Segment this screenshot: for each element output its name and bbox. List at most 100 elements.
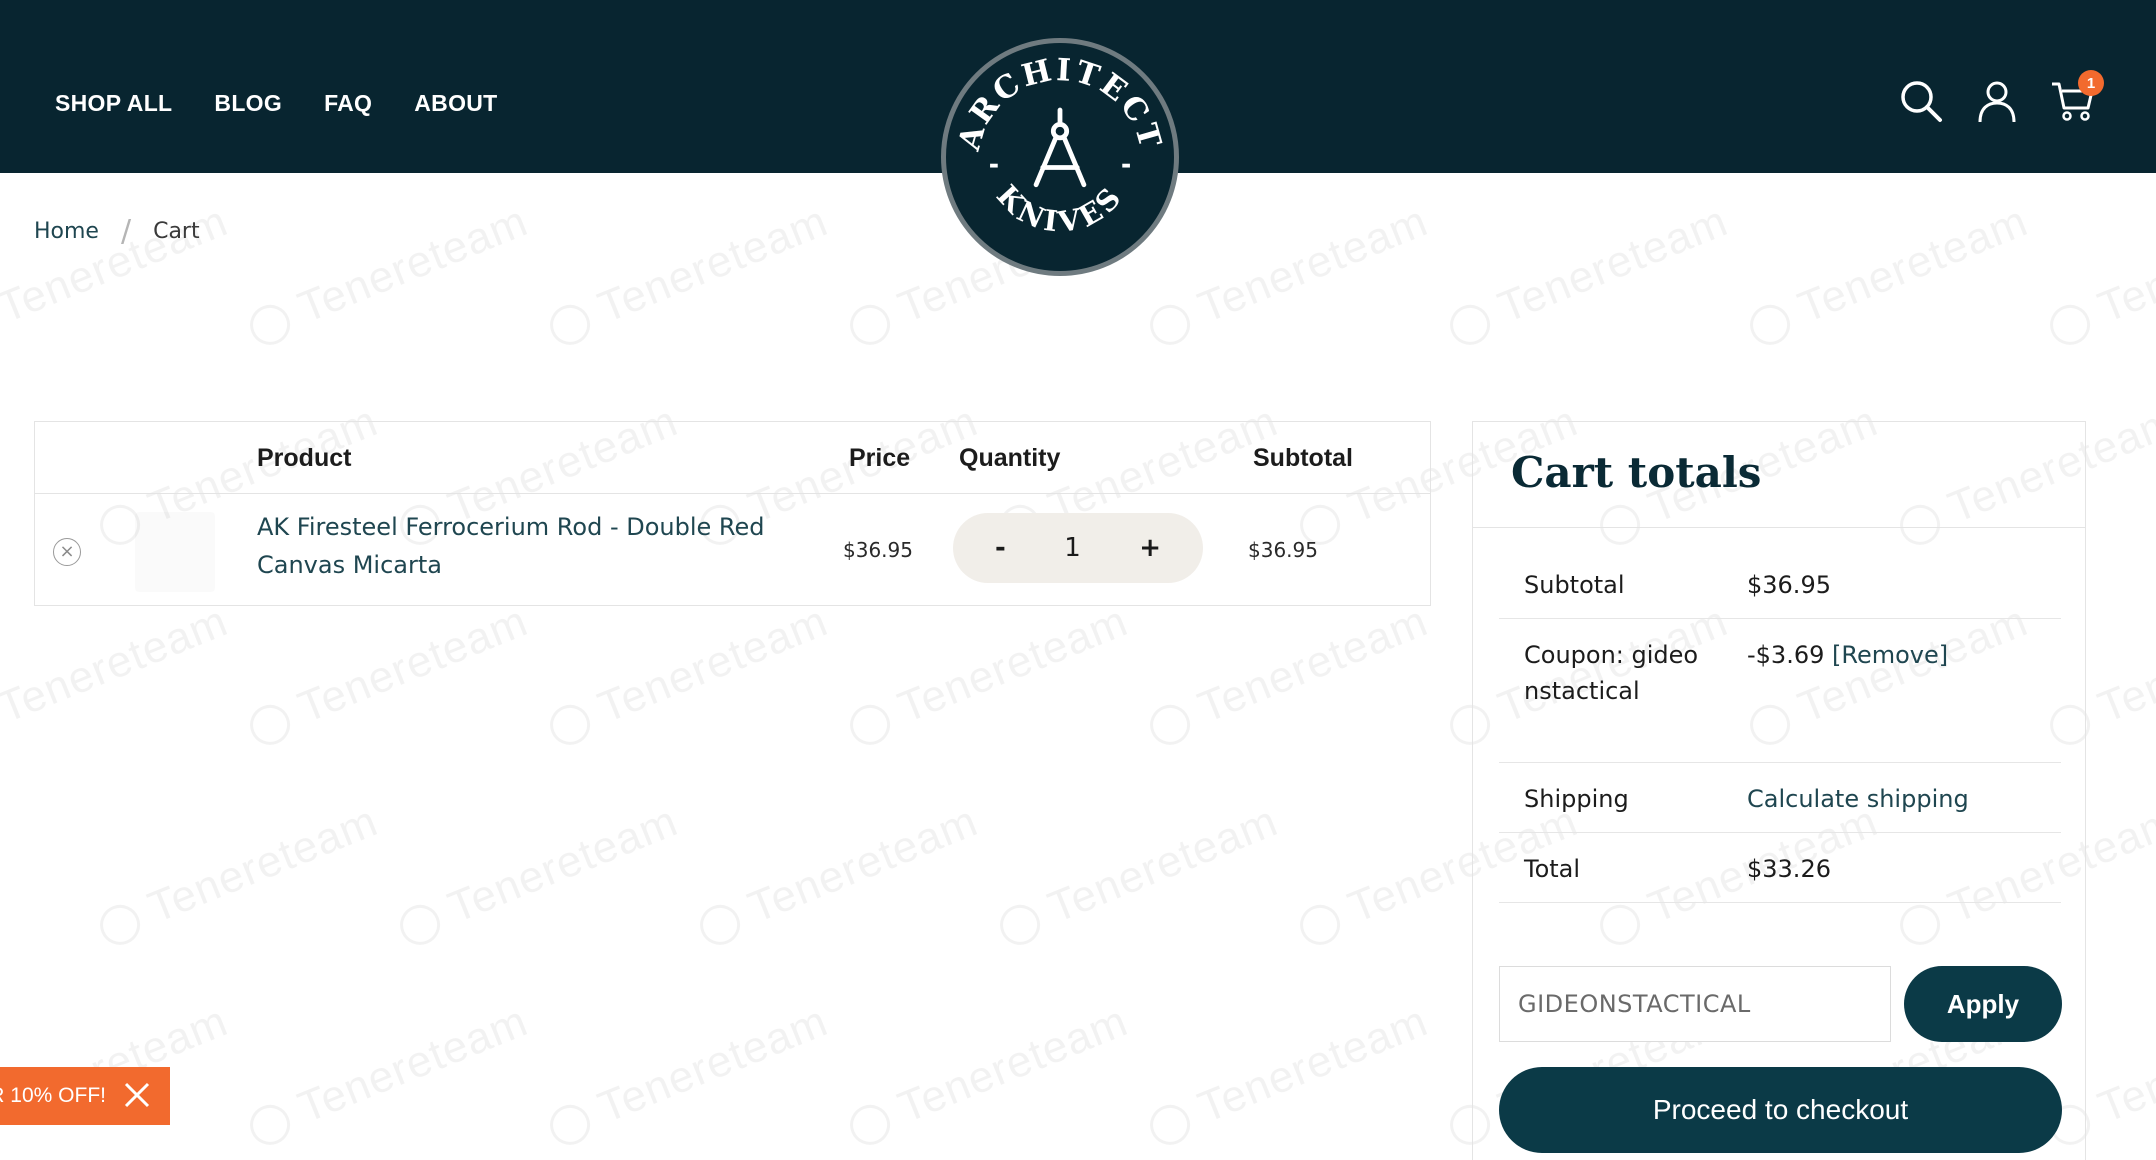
apply-coupon-button[interactable]: Apply	[1904, 966, 2062, 1042]
watermark-text: Tenereteam	[541, 196, 835, 353]
watermark-mark	[544, 1099, 597, 1152]
nav-about[interactable]: ABOUT	[414, 90, 497, 117]
quantity-increase-button[interactable]: +	[1139, 533, 1161, 563]
promo-tab[interactable]: R 10% OFF!	[0, 1067, 170, 1125]
watermark-label: Tenereteam	[591, 596, 835, 733]
watermark-text: Tenereteam	[991, 796, 1285, 953]
cart-totals-title: Cart totals	[1511, 448, 1762, 497]
calculate-shipping-link[interactable]: Calculate shipping	[1747, 781, 1969, 817]
watermark-mark	[694, 899, 747, 952]
product-thumbnail[interactable]	[135, 512, 215, 592]
watermark-text: Tenereteam	[241, 596, 535, 753]
table-row: × AK Firesteel Ferrocerium Rod - Double …	[35, 494, 1430, 606]
watermark-label: Tenereteam	[441, 796, 685, 933]
breadcrumb-current: Cart	[153, 219, 200, 244]
watermark-mark	[1144, 1099, 1197, 1152]
watermark-mark	[1744, 299, 1797, 352]
watermark-label: Tenereteam	[1191, 996, 1435, 1133]
header-subtotal: Subtotal	[1253, 444, 1353, 472]
totals-coupon-row: Coupon: gideonstactical -$3.69 [Remove]	[1499, 619, 2061, 763]
watermark-label: Tenereteam	[291, 596, 535, 733]
watermark-text: Tenereteam	[0, 596, 235, 753]
watermark-label: Tenereteam	[2091, 196, 2156, 333]
watermark-text: Tenereteam	[391, 796, 685, 953]
cart-totals-header: Cart totals	[1473, 422, 2085, 528]
watermark-text: Tenereteam	[1741, 196, 2035, 353]
totals-total-row: Total $33.26	[1499, 833, 2061, 903]
quantity-value[interactable]: 1	[1064, 533, 1081, 563]
breadcrumb-home[interactable]: Home	[34, 219, 99, 244]
header-icons: 1	[1898, 70, 2104, 124]
watermark-mark	[844, 699, 897, 752]
watermark-label: Tenereteam	[1791, 196, 2035, 333]
remove-item-button[interactable]: ×	[53, 538, 81, 566]
nav-faq[interactable]: FAQ	[324, 90, 372, 117]
item-price: $36.95	[843, 538, 913, 562]
header-product: Product	[257, 444, 352, 472]
subtotal-value: $36.95	[1747, 571, 1831, 599]
watermark-mark	[1144, 699, 1197, 752]
subtotal-label: Subtotal	[1524, 571, 1625, 599]
promo-text: R 10% OFF!	[0, 1084, 106, 1107]
watermark-mark	[844, 299, 897, 352]
watermark-mark	[544, 699, 597, 752]
nav-shop-all[interactable]: SHOP ALL	[55, 90, 172, 117]
watermark-label: Tenereteam	[891, 596, 1135, 733]
watermark-label: Tenereteam	[891, 996, 1135, 1133]
watermark-text: Tenereteam	[241, 196, 535, 353]
total-value: $33.26	[1747, 855, 1831, 883]
search-icon[interactable]	[1898, 78, 1944, 124]
watermark-text: Tenereteam	[691, 796, 985, 953]
main-nav: SHOP ALL BLOG FAQ ABOUT	[55, 90, 540, 117]
cart-count-badge: 1	[2078, 70, 2104, 96]
watermark-text: Tenereteam	[1441, 196, 1735, 353]
cart-totals-panel: Cart totals Subtotal $36.95 Coupon: gide…	[1472, 421, 2086, 1160]
proceed-to-checkout-button[interactable]: Proceed to checkout	[1499, 1067, 2062, 1153]
coupon-value: -$3.69	[1747, 641, 1825, 669]
watermark-mark	[1144, 299, 1197, 352]
totals-shipping-row: Shipping Calculate shipping	[1499, 763, 2061, 833]
breadcrumb-separator: /	[120, 214, 132, 249]
header-quantity: Quantity	[959, 444, 1061, 472]
watermark-mark	[94, 899, 147, 952]
cart-icon[interactable]: 1	[2050, 70, 2104, 124]
coupon-remove-link[interactable]: [Remove]	[1832, 641, 1948, 669]
watermark-label: Tenereteam	[591, 196, 835, 333]
architect-knives-logo[interactable]: ARCHITECT KNIVES	[941, 38, 1179, 276]
watermark-text: Tenereteam	[841, 596, 1135, 753]
user-icon[interactable]	[1974, 78, 2020, 124]
watermark-text: Tenereteam	[1141, 996, 1435, 1153]
watermark-mark	[1444, 299, 1497, 352]
watermark-label: Tenereteam	[2091, 996, 2156, 1133]
watermark-mark	[2044, 299, 2097, 352]
watermark-text: Tenereteam	[2041, 196, 2156, 353]
watermark-label: Tenereteam	[591, 996, 835, 1133]
coupon-value-wrap: -$3.69 [Remove]	[1747, 637, 1948, 673]
watermark-label: Tenereteam	[1191, 596, 1435, 733]
header-price: Price	[849, 444, 911, 472]
nav-blog[interactable]: BLOG	[214, 90, 282, 117]
watermark-text: Tenereteam	[541, 996, 835, 1153]
compass-icon	[1033, 107, 1087, 188]
watermark-mark	[244, 699, 297, 752]
watermark-mark	[244, 299, 297, 352]
totals-subtotal-row: Subtotal $36.95	[1499, 549, 2061, 619]
coupon-code-input[interactable]	[1499, 966, 1891, 1042]
coupon-label: Coupon: gideonstactical	[1524, 641, 1699, 705]
watermark-text: Tenereteam	[241, 996, 535, 1153]
total-label: Total	[1524, 855, 1581, 883]
watermark-mark	[1294, 899, 1347, 952]
watermark-text: Tenereteam	[91, 796, 385, 953]
watermark-text: Tenereteam	[1141, 196, 1435, 353]
product-name-link[interactable]: AK Firesteel Ferrocerium Rod - Double Re…	[257, 508, 817, 584]
watermark-text: Tenereteam	[541, 596, 835, 753]
cart-table: Product Price Quantity Subtotal × AK Fir…	[34, 421, 1431, 606]
watermark-mark	[244, 1099, 297, 1152]
quantity-decrease-button[interactable]: -	[995, 533, 1006, 563]
shipping-label: Shipping	[1524, 785, 1629, 813]
watermark-label: Tenereteam	[291, 196, 535, 333]
breadcrumb: Home / Cart	[34, 214, 200, 249]
watermark-label: Tenereteam	[2091, 596, 2156, 733]
close-icon[interactable]	[122, 1080, 152, 1110]
quantity-stepper: - 1 +	[953, 513, 1203, 583]
